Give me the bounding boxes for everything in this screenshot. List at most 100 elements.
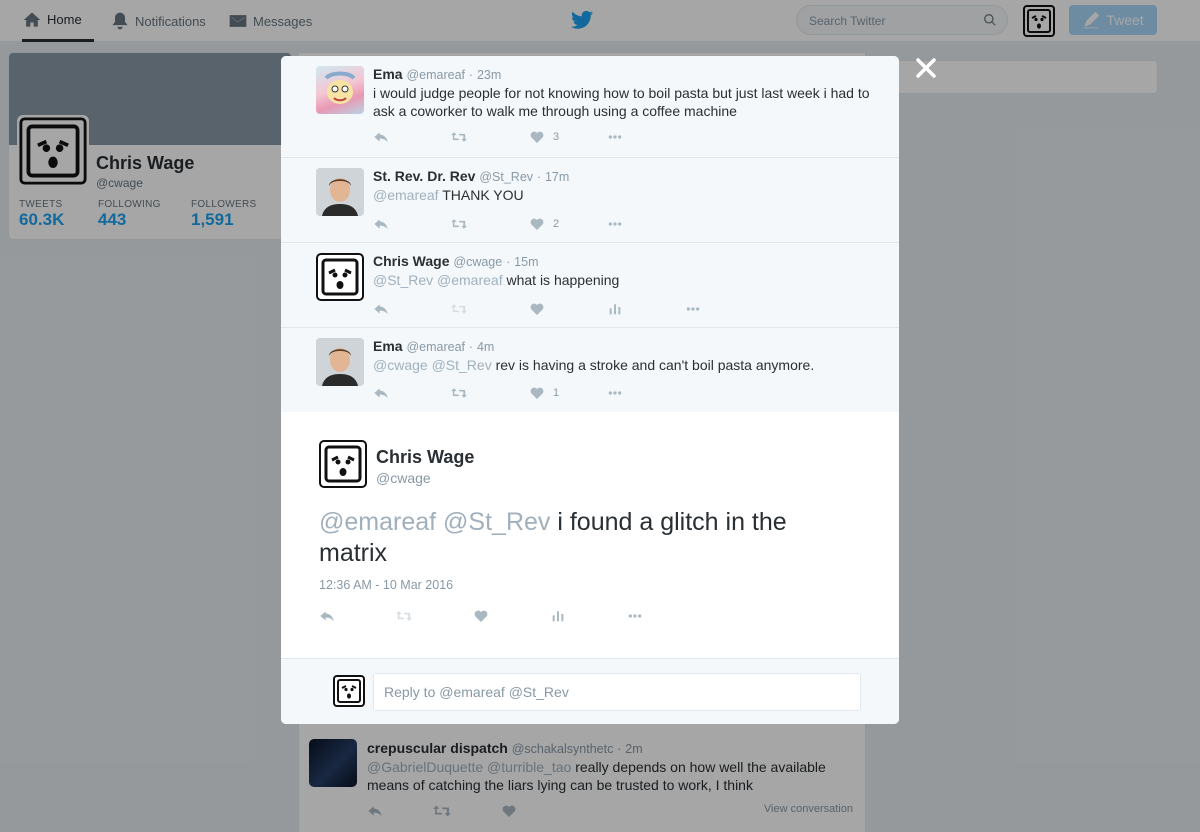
more-dots-icon	[686, 307, 700, 311]
tweet-dot: ·	[468, 68, 474, 82]
tweet-avatar[interactable]	[316, 66, 364, 114]
tweet-text: what is happening	[506, 272, 620, 288]
reply-button[interactable]	[319, 608, 396, 624]
conversation-thread: Ema @emareaf · 23m i would judge people …	[281, 56, 899, 412]
tweet-author-name[interactable]: St. Rev. Dr. Rev	[373, 168, 475, 184]
person-photo-icon	[316, 338, 364, 386]
tweet-text: rev is having a stroke and can't boil pa…	[495, 357, 815, 373]
more-button[interactable]	[607, 385, 685, 401]
tweet-detail-modal: Ema @emareaf · 23m i would judge people …	[281, 56, 899, 724]
retweet-button[interactable]	[451, 301, 529, 317]
like-button[interactable]: 3	[529, 129, 607, 145]
tweet-dot: ·	[468, 340, 474, 354]
tweet-author-handle[interactable]: @cwage	[376, 470, 431, 486]
tweet-author-handle[interactable]: @St_Rev	[479, 170, 533, 184]
tweet-text-block: @emareaf @St_Rev i found a glitch in the…	[319, 507, 859, 569]
tweet-body: St. Rev. Dr. Rev @St_Rev · 17m @emareaf …	[373, 167, 873, 204]
bar-chart-icon	[552, 611, 564, 622]
reply-button[interactable]	[373, 129, 451, 145]
tweet-timestamp[interactable]: 12:36 AM - 10 Mar 2016	[319, 578, 453, 592]
more-dots-icon	[608, 391, 622, 395]
like-button[interactable]: 1	[529, 385, 607, 401]
reply-composer: Reply to @emareaf @St_Rev	[281, 658, 899, 724]
tweet-time[interactable]: 4m	[477, 340, 494, 354]
tweet-mentions[interactable]: @emareaf @St_Rev	[319, 508, 550, 536]
cartoon-avatar-icon	[324, 71, 356, 104]
like-count: 3	[553, 131, 560, 143]
tweet-time[interactable]: 23m	[477, 68, 501, 82]
retweet-icon	[396, 611, 412, 621]
retweet-icon	[451, 219, 467, 229]
tweet-text: THANK YOU	[442, 187, 524, 203]
tweet-author-handle[interactable]: @emareaf	[406, 68, 465, 82]
tweet-avatar[interactable]	[316, 338, 364, 386]
like-button[interactable]	[473, 608, 550, 624]
conversation-tweet[interactable]: Ema @emareaf · 4m @cwage @St_Rev rev is …	[281, 328, 899, 412]
tweet-avatar[interactable]	[316, 253, 364, 301]
tweet-author-name[interactable]: Chris Wage	[373, 253, 450, 269]
person-photo-icon	[316, 168, 364, 216]
retweet-button[interactable]	[396, 608, 473, 624]
reply-button[interactable]	[373, 301, 451, 317]
tweet-mentions[interactable]: @cwage @St_Rev	[373, 357, 492, 373]
more-button[interactable]	[607, 129, 685, 145]
conversation-tweet[interactable]: St. Rev. Dr. Rev @St_Rev · 17m @emareaf …	[281, 158, 899, 243]
reply-icon	[374, 219, 388, 230]
reply-icon	[374, 388, 388, 399]
retweet-icon	[451, 388, 467, 398]
retweet-button[interactable]	[451, 216, 529, 232]
tweet-body: Ema @emareaf · 23m i would judge people …	[373, 65, 873, 120]
analytics-button[interactable]	[550, 608, 627, 624]
retweet-button[interactable]	[451, 385, 529, 401]
tweet-author-name[interactable]: Ema	[373, 66, 403, 82]
heart-icon	[474, 610, 488, 622]
tweet-body: Chris Wage @cwage · 15m @St_Rev @emareaf…	[373, 252, 873, 289]
tweet-avatar[interactable]	[316, 168, 364, 216]
heart-icon	[530, 218, 544, 230]
tweet-mentions[interactable]: @St_Rev @emareaf	[373, 272, 503, 288]
like-button[interactable]: 2	[529, 216, 607, 232]
conversation-tweet[interactable]: Chris Wage @cwage · 15m @St_Rev @emareaf…	[281, 243, 899, 328]
more-dots-icon	[628, 614, 642, 618]
retweet-icon	[451, 304, 467, 314]
tweet-author-handle[interactable]: @cwage	[453, 255, 502, 269]
tweet-actions	[373, 301, 763, 317]
retweet-button[interactable]	[451, 129, 529, 145]
tweet-author-handle[interactable]: @emareaf	[406, 340, 465, 354]
more-button[interactable]	[685, 301, 763, 317]
tweet-actions	[319, 608, 704, 624]
reply-icon	[374, 304, 388, 315]
conversation-tweet[interactable]: Ema @emareaf · 23m i would judge people …	[281, 56, 899, 158]
reply-icon	[374, 132, 388, 143]
reply-prefix: Reply to	[384, 684, 436, 700]
more-button[interactable]	[627, 608, 704, 624]
retweet-icon	[451, 132, 467, 142]
more-button[interactable]	[607, 216, 685, 232]
heart-icon	[530, 131, 544, 143]
heart-icon	[530, 303, 544, 315]
heart-icon	[530, 387, 544, 399]
tweet-avatar[interactable]	[319, 440, 367, 488]
tweet-actions: 3	[373, 129, 685, 145]
like-button[interactable]	[529, 301, 607, 317]
tweet-author-name[interactable]: Chris Wage	[376, 447, 474, 468]
tweet-actions: 1	[373, 385, 685, 401]
tweet-body: Ema @emareaf · 4m @cwage @St_Rev rev is …	[373, 337, 873, 374]
more-dots-icon	[608, 222, 622, 226]
reply-button[interactable]	[373, 385, 451, 401]
more-dots-icon	[608, 135, 622, 139]
reply-button[interactable]	[373, 216, 451, 232]
analytics-button[interactable]	[607, 301, 685, 317]
bar-chart-icon	[609, 304, 621, 315]
tweet-time[interactable]: 17m	[545, 170, 569, 184]
tweet-time[interactable]: 15m	[514, 255, 538, 269]
like-count: 1	[553, 387, 560, 399]
tweet-actions: 2	[373, 216, 685, 232]
tweet-author-name[interactable]: Ema	[373, 338, 403, 354]
reply-icon	[320, 611, 334, 622]
close-icon[interactable]	[914, 56, 938, 80]
reply-mentions: @emareaf @St_Rev	[439, 684, 569, 700]
reply-input[interactable]: Reply to @emareaf @St_Rev	[373, 673, 861, 711]
user-avatar	[333, 675, 365, 707]
tweet-mentions[interactable]: @emareaf	[373, 187, 439, 203]
